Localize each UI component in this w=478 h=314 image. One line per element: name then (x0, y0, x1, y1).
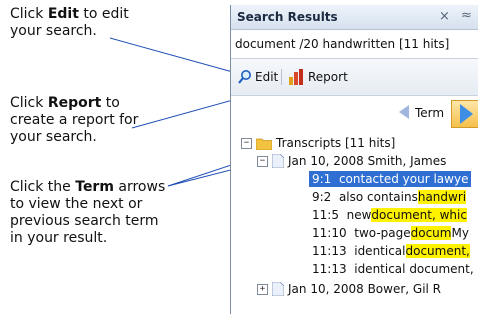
collapse-toggle-icon[interactable]: − (257, 155, 268, 167)
term-navigation: Term (231, 96, 478, 130)
edit-callout-pre: Click (10, 6, 48, 22)
hit-snippet: new (346, 208, 372, 222)
tree-root-label: Transcripts [11 hits] (276, 136, 396, 150)
search-results-panel: Search Results × ≈ document /20 handwrit… (230, 5, 478, 314)
hit-match: document, whic (371, 208, 467, 222)
hit-snippet: contacted your lawye (338, 172, 469, 186)
close-icon[interactable]: × (439, 9, 450, 24)
next-term-button[interactable] (451, 100, 478, 128)
tree-document-label: Jan 10, 2008 Bower, Gil R (288, 282, 442, 296)
expand-toggle-icon[interactable]: + (257, 283, 268, 295)
hit-match: document, (405, 244, 470, 258)
collapse-toggle-icon[interactable]: − (241, 137, 252, 149)
panel-title-bar: Search Results × ≈ (231, 5, 478, 30)
document-icon (272, 282, 284, 296)
next-term-arrow-icon (460, 104, 473, 124)
edit-callout: Click Edit to edit your search. (10, 6, 160, 40)
tree-document-node[interactable]: − Jan 10, 2008 Smith, James (257, 152, 446, 170)
hit-match: handwri (417, 190, 467, 204)
hit-location: 11:13 (312, 244, 347, 258)
bar-chart-icon (289, 69, 303, 85)
edit-callout-bold: Edit (47, 6, 79, 22)
hit-row[interactable]: 11:10 two-page docum My (312, 224, 469, 242)
document-icon (272, 154, 284, 168)
tree-document-label: Jan 10, 2008 Smith, James (288, 154, 447, 168)
collapse-icon[interactable]: ≈ (461, 8, 472, 23)
report-callout-bold: Report (47, 95, 102, 111)
edit-button-label: Edit (255, 70, 279, 84)
hit-row[interactable]: 9:1 contacted your lawye (309, 170, 478, 188)
hit-snippet: identical (354, 244, 406, 258)
folder-icon (256, 138, 272, 150)
panel-title: Search Results (237, 10, 338, 24)
results-toolbar: Edit Report (231, 59, 478, 96)
hit-snippet: also contains (338, 190, 418, 204)
search-query-bar: document /20 handwritten [11 hits] (231, 30, 478, 59)
term-label: Term (415, 106, 445, 120)
magnifier-icon (238, 70, 251, 84)
report-button[interactable]: Report (288, 67, 348, 87)
edit-leader-line (109, 37, 241, 75)
toolbar-separator (281, 69, 282, 85)
hit-snippet: two-page (354, 226, 411, 240)
tree-root-node[interactable]: − Transcripts [11 hits] (241, 134, 395, 152)
term-callout-pre: Click the (10, 179, 76, 195)
hit-row[interactable]: 9:2 also contains handwri (312, 188, 467, 206)
hit-row-selected-text: 9:1 contacted your lawye (309, 171, 472, 187)
hit-match: docum (410, 226, 452, 240)
tree-document-node[interactable]: + Jan 10, 2008 Bower, Gil R (257, 280, 441, 298)
hit-location: 9:2 (312, 190, 332, 204)
hit-row[interactable]: 11:5 new document, whic (312, 206, 467, 224)
hit-row[interactable]: 11:13 identical document, (312, 242, 470, 260)
search-query-text: document /20 handwritten [11 hits] (235, 37, 450, 51)
hit-location: 11:5 (312, 208, 339, 222)
hit-location: 9:1 (312, 172, 332, 186)
previous-term-arrow-icon[interactable] (398, 105, 410, 119)
hit-snippet: identical document, (354, 262, 474, 276)
report-callout-pre: Click (10, 95, 48, 111)
hit-snippet-after: My (451, 226, 469, 240)
term-callout-bold: Term (75, 179, 114, 195)
term-callout: Click the Term arrows to view the next o… (10, 179, 170, 247)
hit-location: 11:13 (312, 262, 347, 276)
hit-location: 11:10 (312, 226, 347, 240)
report-callout: Click Report to create a report for your… (10, 95, 150, 146)
hit-row[interactable]: 11:13 identical document, (312, 260, 474, 278)
edit-button[interactable]: Edit (237, 67, 278, 87)
report-button-label: Report (308, 70, 348, 84)
